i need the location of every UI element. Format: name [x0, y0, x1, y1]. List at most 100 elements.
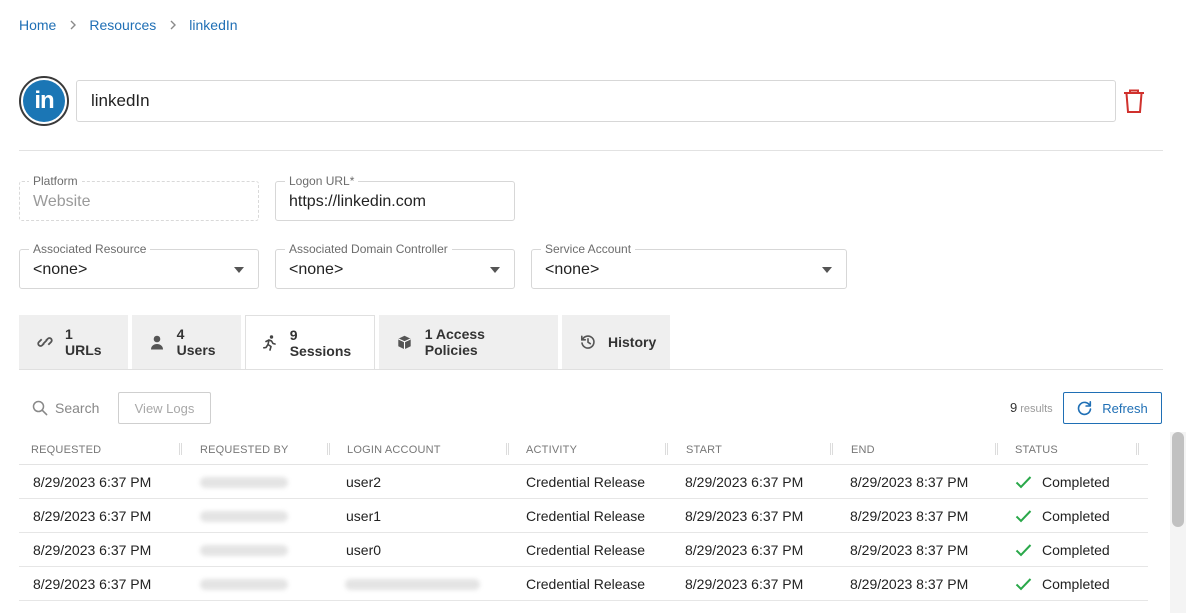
link-icon [37, 334, 53, 350]
sessions-table: REQUESTED REQUESTED BY LOGIN ACCOUNT ACT… [19, 434, 1148, 601]
col-end[interactable]: END [851, 444, 875, 456]
user-icon [150, 334, 165, 350]
associated-resource-value: <none> [33, 261, 88, 278]
logon-url-field[interactable]: Logon URL* https://linkedin.com [275, 174, 515, 221]
results-number: 9 [1010, 400, 1018, 415]
associated-resource-label: Associated Resource [29, 242, 151, 256]
column-resize-handle[interactable] [327, 443, 330, 455]
cell-status: Completed [1015, 542, 1110, 558]
cell-activity: Credential Release [526, 576, 646, 592]
status-text: Completed [1042, 576, 1110, 592]
breadcrumb-home[interactable]: Home [19, 17, 56, 33]
view-logs-button[interactable]: View Logs [118, 392, 211, 424]
col-activity[interactable]: ACTIVITY [526, 444, 577, 456]
caret-down-icon [490, 267, 500, 273]
col-start[interactable]: START [686, 444, 722, 456]
table-header: REQUESTED REQUESTED BY LOGIN ACCOUNT ACT… [19, 434, 1148, 465]
associated-domain-controller-value: <none> [289, 261, 344, 278]
resource-name-input[interactable] [76, 80, 1116, 122]
redacted-requested-by [200, 511, 288, 522]
caret-down-icon [822, 267, 832, 273]
column-resize-handle[interactable] [1136, 443, 1139, 455]
status-text: Completed [1042, 474, 1110, 490]
table-row[interactable]: 8/29/2023 6:37 PM user2 Credential Relea… [19, 465, 1148, 499]
table-row[interactable]: 8/29/2023 6:37 PM user1 Credential Relea… [19, 499, 1148, 533]
platform-field: Platform Website [19, 174, 259, 221]
tab-history[interactable]: History [562, 315, 670, 369]
cell-status: Completed [1015, 474, 1110, 490]
breadcrumb-current[interactable]: linkedIn [189, 17, 237, 33]
logon-url-value: https://linkedin.com [289, 193, 426, 210]
cube-icon [397, 334, 413, 350]
search-box[interactable]: Search [32, 398, 99, 418]
refresh-label: Refresh [1102, 400, 1148, 416]
associated-resource-select[interactable]: Associated Resource <none> [19, 242, 259, 289]
tab-access-policies[interactable]: 1 Access Policies [379, 315, 558, 369]
table-row[interactable]: 8/29/2023 6:37 PM user0 Credential Relea… [19, 533, 1148, 567]
redacted-requested-by [200, 545, 288, 556]
scrollbar-thumb[interactable] [1172, 432, 1184, 527]
tab-users[interactable]: 4 Users [132, 315, 241, 369]
service-account-label: Service Account [541, 242, 636, 256]
running-person-icon [263, 334, 278, 351]
history-icon [580, 334, 596, 350]
cell-end: 8/29/2023 8:37 PM [850, 576, 969, 592]
column-resize-handle[interactable] [665, 443, 668, 455]
associated-domain-controller-label: Associated Domain Controller [285, 242, 452, 256]
column-resize-handle[interactable] [506, 443, 509, 455]
status-text: Completed [1042, 508, 1110, 524]
breadcrumb-resources[interactable]: Resources [89, 17, 156, 33]
cell-login-account: user0 [346, 542, 382, 558]
tab-urls[interactable]: 1 URLs [19, 315, 128, 369]
chevron-right-icon [70, 20, 77, 30]
column-resize-handle[interactable] [830, 443, 833, 455]
col-login-account[interactable]: LOGIN ACCOUNT [347, 444, 441, 456]
tabs-divider [19, 369, 1163, 370]
cell-login-account: user2 [346, 474, 382, 490]
check-icon [1015, 578, 1032, 591]
cell-login-account: user1 [346, 508, 382, 524]
search-icon [32, 400, 48, 416]
cell-start: 8/29/2023 6:37 PM [685, 542, 804, 558]
cell-status: Completed [1015, 508, 1110, 524]
cell-requested: 8/29/2023 6:37 PM [33, 576, 152, 592]
service-account-select[interactable]: Service Account <none> [531, 242, 847, 289]
results-count: 9 results [1010, 400, 1053, 415]
refresh-button[interactable]: Refresh [1063, 392, 1162, 424]
platform-label: Platform [29, 174, 82, 188]
trash-icon[interactable] [1122, 88, 1146, 114]
associated-domain-controller-select[interactable]: Associated Domain Controller <none> [275, 242, 515, 289]
cell-requested: 8/29/2023 6:37 PM [33, 474, 152, 490]
tab-urls-label: 1 URLs [65, 326, 102, 358]
check-icon [1015, 476, 1032, 489]
chevron-right-icon [170, 20, 177, 30]
tab-bar: 1 URLs 4 Users 9 Sessions 1 Access Polic… [19, 315, 674, 370]
redacted-requested-by [200, 579, 288, 590]
table-row[interactable]: 8/29/2023 6:37 PM Credential Release 8/2… [19, 567, 1148, 601]
cell-end: 8/29/2023 8:37 PM [850, 508, 969, 524]
service-account-value: <none> [545, 261, 600, 278]
cell-activity: Credential Release [526, 542, 646, 558]
linkedin-logo-icon: in [19, 76, 69, 126]
cell-status: Completed [1015, 576, 1110, 592]
logo-text: in [34, 87, 54, 114]
status-text: Completed [1042, 542, 1110, 558]
header-divider [19, 150, 1163, 151]
tab-sessions[interactable]: 9 Sessions [245, 315, 375, 370]
cell-activity: Credential Release [526, 508, 646, 524]
cell-activity: Credential Release [526, 474, 646, 490]
cell-start: 8/29/2023 6:37 PM [685, 508, 804, 524]
refresh-icon [1077, 400, 1092, 416]
cell-end: 8/29/2023 8:37 PM [850, 542, 969, 558]
column-resize-handle[interactable] [995, 443, 998, 455]
cell-start: 8/29/2023 6:37 PM [685, 576, 804, 592]
col-status[interactable]: STATUS [1015, 444, 1058, 456]
tab-users-label: 4 Users [176, 326, 216, 358]
platform-value: Website [33, 193, 91, 210]
col-requested-by[interactable]: REQUESTED BY [200, 444, 289, 456]
cell-requested: 8/29/2023 6:37 PM [33, 508, 152, 524]
column-resize-handle[interactable] [179, 443, 182, 455]
cell-requested: 8/29/2023 6:37 PM [33, 542, 152, 558]
col-requested[interactable]: REQUESTED [31, 444, 101, 456]
tab-access-policies-label: 1 Access Policies [424, 326, 485, 358]
